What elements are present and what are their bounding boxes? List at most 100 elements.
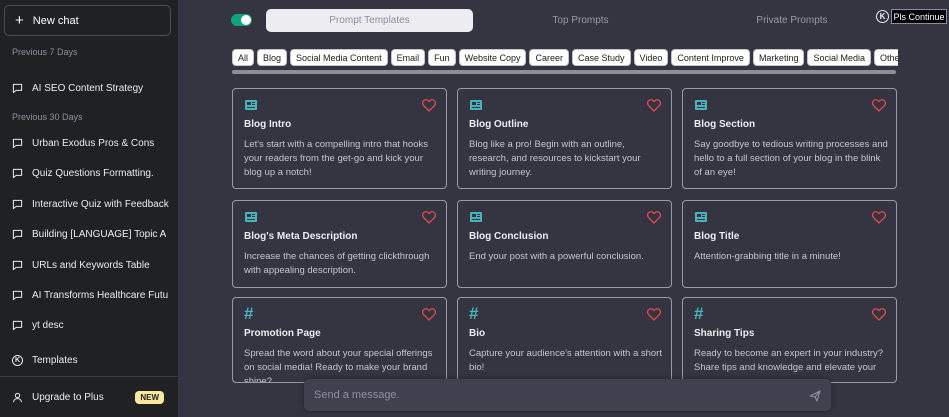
message-input[interactable] bbox=[314, 379, 794, 411]
favorite-heart-icon[interactable] bbox=[421, 211, 437, 224]
category-chip-website-copy[interactable]: Website Copy bbox=[458, 49, 527, 66]
chat-item[interactable]: AI Transforms Healthcare Futu bbox=[4, 282, 174, 308]
card-title: Blog Intro bbox=[244, 119, 292, 130]
card-description: Increase the chances of getting clickthr… bbox=[244, 251, 430, 276]
card-description: Attention-grabbing title in a minute! bbox=[694, 251, 841, 262]
card-description: Spread the word about your special offer… bbox=[244, 348, 433, 383]
card-title: Blog Section bbox=[694, 119, 756, 130]
chat-item-label: Building [LANGUAGE] Topic A bbox=[32, 228, 167, 240]
send-icon[interactable] bbox=[809, 389, 821, 402]
category-chip-fun[interactable]: Fun bbox=[428, 49, 456, 66]
prompts-toggle[interactable] bbox=[231, 14, 252, 26]
prompt-card[interactable]: # Bio Capture your audience's attention … bbox=[457, 297, 672, 383]
card-description: Let's start with a compelling intro that… bbox=[244, 139, 428, 178]
favorite-heart-icon[interactable] bbox=[421, 308, 437, 321]
horizontal-scrollbar[interactable] bbox=[232, 70, 896, 74]
prompt-card[interactable]: Blog's Meta Description Increase the cha… bbox=[232, 200, 447, 288]
chat-item-label: AI SEO Content Strategy bbox=[32, 82, 144, 94]
card-title: Blog Conclusion bbox=[469, 231, 549, 242]
category-chip-content-improve[interactable]: Content Improve bbox=[671, 49, 750, 66]
card-title: Sharing Tips bbox=[694, 328, 755, 339]
chat-item[interactable]: Building [LANGUAGE] Topic A bbox=[4, 221, 174, 247]
category-chip-all[interactable]: All bbox=[232, 49, 255, 66]
prompt-card[interactable]: Blog Conclusion End your post with a pow… bbox=[457, 200, 672, 288]
chat-item-label: Quiz Questions Formatting. bbox=[32, 167, 154, 179]
prompt-card[interactable]: # Sharing Tips Ready to become an expert… bbox=[682, 297, 897, 383]
favorite-heart-icon[interactable] bbox=[871, 211, 887, 224]
card-title: Promotion Page bbox=[244, 328, 321, 339]
k-logo-icon: K bbox=[12, 354, 23, 366]
toggle-knob bbox=[241, 15, 251, 25]
tab-private-prompts[interactable]: Private Prompts bbox=[712, 9, 872, 32]
category-chip-other[interactable]: Other bbox=[873, 49, 898, 66]
card-title: Blog's Meta Description bbox=[244, 231, 358, 242]
newspaper-icon bbox=[469, 210, 483, 224]
card-title: Blog Title bbox=[694, 231, 740, 242]
section-label-7-days: Previous 7 Days bbox=[12, 47, 78, 57]
favorite-heart-icon[interactable] bbox=[646, 211, 662, 224]
card-title: Bio bbox=[469, 328, 486, 339]
chat-item-label: Urban Exodus Pros & Cons bbox=[32, 137, 155, 149]
new-badge: NEW bbox=[135, 390, 164, 404]
prompt-card[interactable]: # Promotion Page Spread the word about y… bbox=[232, 297, 447, 383]
newspaper-icon bbox=[469, 98, 483, 112]
card-title: Blog Outline bbox=[469, 119, 529, 130]
prompt-card[interactable]: Blog Intro Let's start with a compelling… bbox=[232, 88, 447, 189]
card-description: Capture your audience's attention with a… bbox=[469, 348, 662, 373]
chat-bubble-icon bbox=[12, 83, 23, 94]
prompt-card[interactable]: Blog Title Attention-grabbing title in a… bbox=[682, 200, 897, 288]
chat-bubble-icon bbox=[12, 290, 23, 301]
category-chip-marketing[interactable]: Marketing bbox=[752, 49, 805, 66]
favorite-heart-icon[interactable] bbox=[646, 99, 662, 112]
user-icon bbox=[12, 392, 23, 403]
plus-icon: + bbox=[15, 12, 24, 29]
tab-prompt-templates[interactable]: Prompt Templates bbox=[266, 9, 473, 32]
hash-icon: # bbox=[244, 304, 254, 323]
chat-bubble-icon bbox=[12, 260, 23, 271]
category-chip-email[interactable]: Email bbox=[390, 49, 426, 66]
favorite-heart-icon[interactable] bbox=[871, 308, 887, 321]
chat-bubble-icon bbox=[12, 229, 23, 240]
chat-item[interactable]: Interactive Quiz with Feedback bbox=[4, 191, 174, 217]
favorite-heart-icon[interactable] bbox=[421, 99, 437, 112]
favorite-heart-icon[interactable] bbox=[646, 308, 662, 321]
chat-item-label: URLs and Keywords Table bbox=[32, 259, 150, 271]
sidebar: + New chat Previous 7 Days AI SEO Conten… bbox=[0, 0, 178, 417]
newspaper-icon bbox=[694, 98, 708, 112]
tab-top-prompts[interactable]: Top Prompts bbox=[512, 9, 649, 32]
category-chip-career[interactable]: Career bbox=[529, 49, 569, 66]
category-chip-social-media-content[interactable]: Social Media Content bbox=[290, 49, 388, 66]
chat-bubble-icon bbox=[12, 168, 23, 179]
chat-bubble-icon bbox=[12, 138, 23, 149]
upgrade-to-plus-button[interactable]: Upgrade to Plus NEW bbox=[4, 384, 174, 410]
card-description: Say goodbye to tedious writing processes… bbox=[694, 139, 888, 178]
pls-continue-button[interactable]: Pls Continue bbox=[891, 9, 947, 24]
prompt-card[interactable]: Blog Section Say goodbye to tedious writ… bbox=[682, 88, 897, 189]
category-chip-social-media[interactable]: Social Media bbox=[807, 49, 871, 66]
chat-item[interactable]: URLs and Keywords Table bbox=[4, 252, 174, 278]
chat-item[interactable]: Urban Exodus Pros & Cons bbox=[4, 130, 174, 156]
chat-item-label: AI Transforms Healthcare Futu bbox=[32, 289, 169, 301]
chat-item-label: yt desc bbox=[32, 319, 64, 331]
prompt-card[interactable]: Blog Outline Blog like a pro! Begin with… bbox=[457, 88, 672, 189]
message-composer bbox=[304, 379, 831, 411]
chat-item[interactable]: yt desc bbox=[4, 312, 174, 338]
newspaper-icon bbox=[694, 210, 708, 224]
upgrade-label: Upgrade to Plus bbox=[32, 391, 104, 403]
templates-label: Templates bbox=[32, 354, 78, 366]
templates-link[interactable]: K Templates bbox=[4, 347, 174, 373]
chat-item[interactable]: Quiz Questions Formatting. bbox=[4, 160, 174, 186]
chat-item[interactable]: AI SEO Content Strategy bbox=[4, 75, 174, 101]
sidebar-divider bbox=[0, 376, 178, 377]
chat-bubble-icon bbox=[12, 199, 23, 210]
section-label-30-days: Previous 30 Days bbox=[12, 112, 83, 122]
card-description: Blog like a pro! Begin with an outline, … bbox=[469, 139, 641, 178]
k-logo-icon[interactable]: K bbox=[876, 10, 889, 23]
category-chip-case-study[interactable]: Case Study bbox=[572, 49, 631, 66]
hash-icon: # bbox=[694, 304, 704, 323]
category-chip-video[interactable]: Video bbox=[633, 49, 669, 66]
category-chip-blog[interactable]: Blog bbox=[257, 49, 288, 66]
card-description: End your post with a powerful conclusion… bbox=[469, 251, 644, 262]
new-chat-button[interactable]: + New chat bbox=[4, 5, 171, 36]
favorite-heart-icon[interactable] bbox=[871, 99, 887, 112]
